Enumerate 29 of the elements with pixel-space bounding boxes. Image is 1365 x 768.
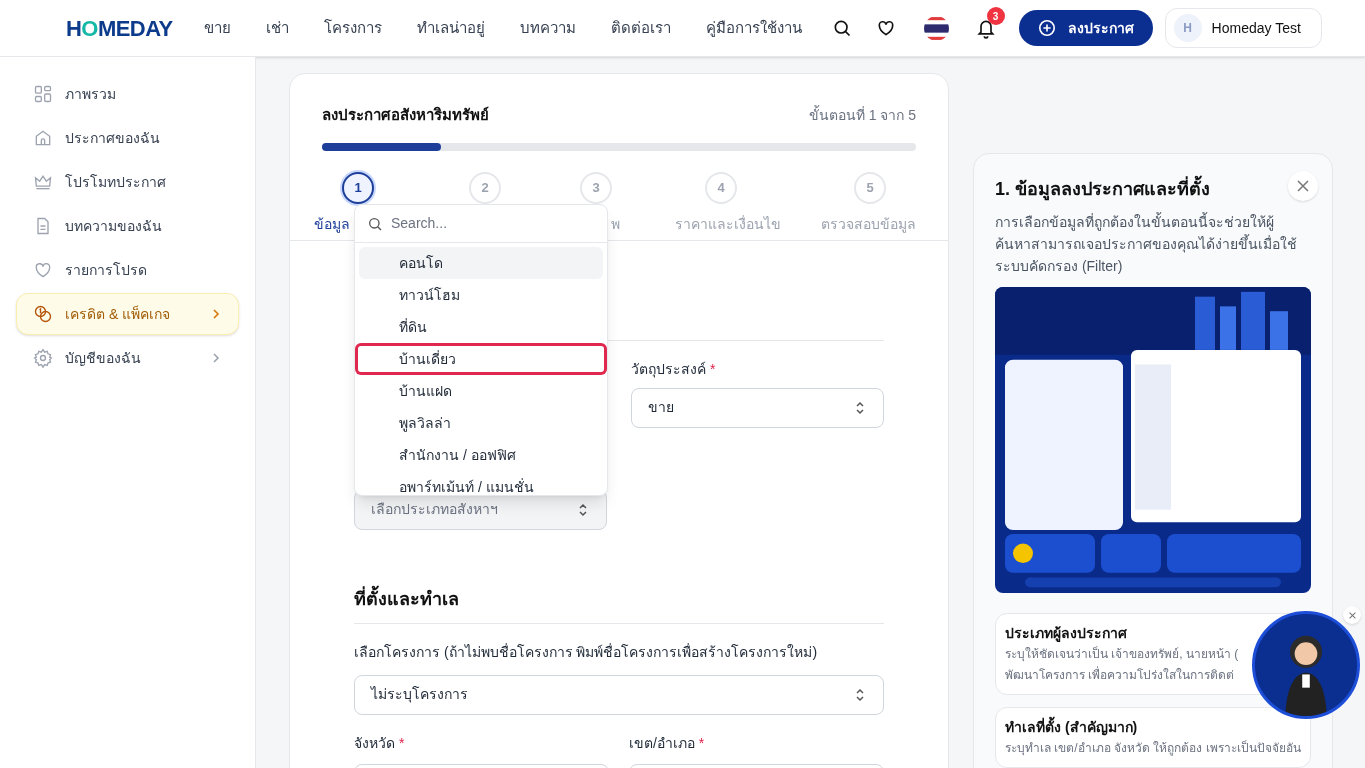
step-label: ราคาและเงื่อนไข (675, 214, 781, 234)
tip-text: ระบุทำเล เขต/อำเภอ จังหวัด ให้ถูกต้อง เพราะเป็นปัจจัยอัน (1005, 739, 1301, 758)
required-mark: * (398, 734, 405, 751)
help-title: 1. ข้อมูลลงประกาศและที่ตั้ง (995, 176, 1210, 203)
step-label: ตรวจสอบข้อมูล (821, 214, 916, 235)
field-label: เขต/อำเภอ (629, 734, 695, 751)
user-avatar: H (1173, 14, 1202, 42)
tip-text: ระบุให้ชัดเจนว่าเป็น เจ้าของทรัพย์, นายหน้า ( (1005, 645, 1240, 664)
notification-count: 3 (986, 7, 1005, 25)
required-mark: * (698, 734, 705, 751)
step-indicator: 5 (854, 171, 886, 204)
section-title: ที่ตั้งและทำเล (354, 585, 884, 624)
step-counter: ขั้นตอนที่ 1 จาก 5 (808, 104, 916, 125)
step-label: ข้อมูล (314, 214, 350, 235)
step-indicator: 4 (705, 171, 737, 204)
field-label: จังหวัด (354, 734, 395, 751)
step-indicator: 2 (469, 171, 501, 204)
field-label: เลือกโครงการ (ถ้าไม่พบชื่อโครงการ พิมพ์ชื่อโครงการเพื่อสร้างโครงการใหม่) (354, 642, 819, 662)
field-label: วัตถุประสงค์ (631, 360, 706, 377)
user-name: Homeday Test (1211, 18, 1301, 38)
tip-title: ประเภทผู้ลงประกาศ (1005, 624, 1128, 644)
step-indicator: 1 (342, 171, 374, 204)
step-label: พ (611, 214, 620, 234)
step-indicator: 3 (580, 171, 612, 204)
tip-title: ทำเลที่ตั้ง (สำคัญมาก) (1005, 717, 1301, 738)
form-title: ลงประกาศอสังหาริมทรัพย์ (322, 105, 489, 125)
required-mark: * (709, 360, 716, 377)
tip-text: พัฒนาโครงการ เพื่อความโปร่งใสในการติดต่ (1005, 665, 1236, 684)
help-description: การเลือกข้อมูลที่ถูกต้องในขั้นตอนนี้จะช่วยให้ผู้ค้นหาสามารถเจอประกาศของคุณได้ง่ายขึ้นเมื่อใช้ระบบคัดกรอง (Filter) (995, 211, 1298, 276)
